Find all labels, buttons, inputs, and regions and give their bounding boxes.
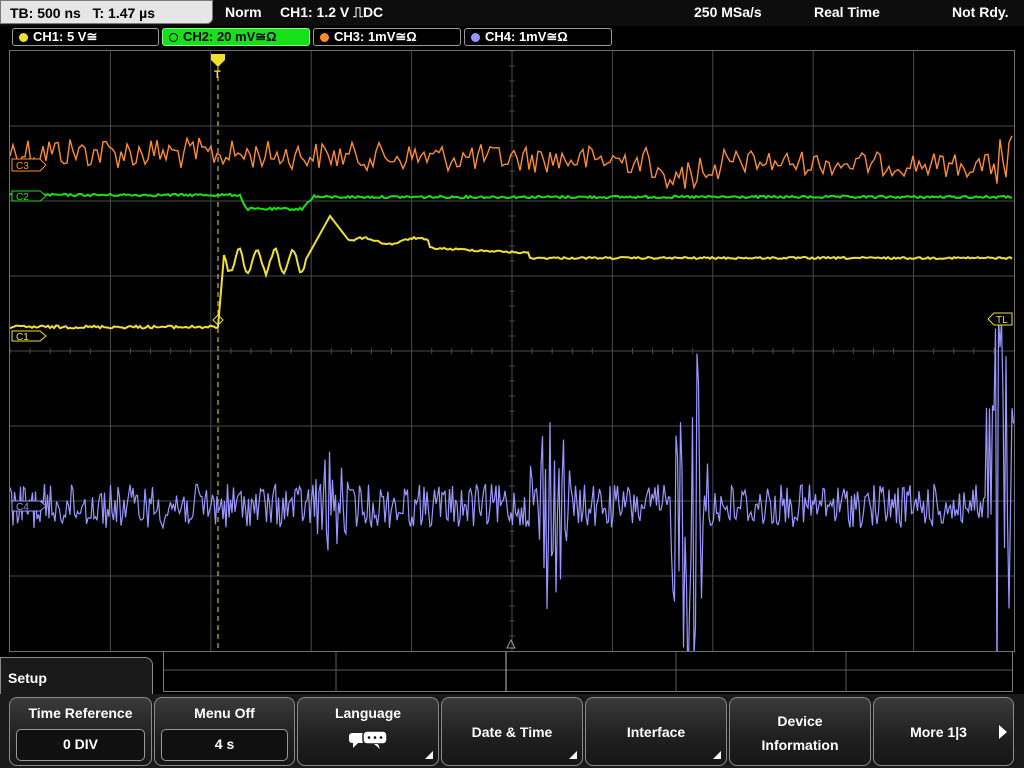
menu-off-label: Menu Off	[194, 705, 255, 721]
timebase-value: TB: 500 ns	[10, 5, 81, 21]
more-label: More 1|3	[910, 724, 967, 740]
trigger-time-value: T: 1.47 µs	[92, 5, 156, 21]
tab-ch1[interactable]: CH1: 5 V≅	[12, 28, 159, 46]
ch2-dot-icon	[169, 33, 178, 42]
device-information-label-2: Information	[761, 737, 839, 753]
ch4-dot-icon	[471, 33, 480, 42]
interface-label: Interface	[626, 724, 686, 740]
more-button[interactable]: More 1|3	[873, 697, 1014, 766]
acquisition-mode: Real Time	[814, 4, 880, 20]
ch3-dot-icon	[320, 33, 329, 42]
ch3-label: CH3: 1mV≅Ω	[334, 29, 417, 44]
submenu-corner-icon	[713, 751, 721, 759]
graticule-grid	[10, 51, 1014, 651]
time-reference-label: Time Reference	[28, 705, 133, 721]
trigger-source[interactable]: CH1: 1.2 V ⎍DC	[280, 3, 383, 21]
menu-off-value[interactable]: 4 s	[161, 729, 288, 761]
speech-bubbles-icon	[349, 730, 388, 749]
tab-ch3[interactable]: CH3: 1mV≅Ω	[313, 28, 461, 46]
c1-marker-label: C1	[16, 332, 29, 343]
next-page-arrow-icon	[999, 725, 1007, 739]
ch2-label: CH2: 20 mV≅Ω	[183, 29, 277, 44]
c3-marker-label: C3	[16, 161, 29, 172]
overview-strip	[163, 652, 1013, 692]
date-time-label: Date & Time	[471, 724, 553, 740]
trigger-level-marker[interactable]: TL	[987, 312, 1013, 326]
time-reference-button[interactable]: Time Reference 0 DIV	[9, 697, 152, 766]
tab-ch4[interactable]: CH4: 1mV≅Ω	[464, 28, 612, 46]
c2-marker-label: C2	[16, 192, 29, 203]
interface-button[interactable]: Interface	[585, 697, 727, 766]
device-information-button[interactable]: Device Information	[729, 697, 871, 766]
ch4-label: CH4: 1mV≅Ω	[485, 29, 568, 44]
date-time-button[interactable]: Date & Time	[441, 697, 583, 766]
waveform-display[interactable]: C3 C2 C1 C4 TL T	[9, 50, 1015, 652]
menu-off-button[interactable]: Menu Off 4 s	[154, 697, 295, 766]
submenu-corner-icon	[425, 751, 433, 759]
menu-title: Setup	[8, 670, 47, 686]
tab-ch2[interactable]: CH2: 20 mV≅Ω	[162, 28, 310, 46]
ch1-dot-icon	[19, 33, 28, 42]
time-reference-value[interactable]: 0 DIV	[16, 729, 145, 761]
trigger-position-label: T	[214, 69, 221, 81]
c3-marker[interactable]: C3	[11, 158, 47, 172]
timebase-box[interactable]: TB: 500 ns T: 1.47 µs	[0, 0, 213, 24]
language-button[interactable]: Language	[297, 697, 439, 766]
acquisition-state: Not Rdy.	[952, 4, 1009, 20]
ch1-label: CH1: 5 V≅	[33, 29, 98, 44]
center-marker-icon	[506, 638, 516, 649]
trigger-level-label: TL	[996, 315, 1008, 326]
device-information-label-1: Device	[777, 713, 823, 729]
language-label: Language	[334, 705, 402, 721]
c1-marker[interactable]: C1	[11, 330, 47, 343]
submenu-corner-icon	[569, 751, 577, 759]
c4-marker-label: C4	[16, 502, 29, 513]
sample-rate: 250 MSa/s	[694, 4, 762, 20]
trigger-mode[interactable]: Norm	[225, 3, 262, 21]
